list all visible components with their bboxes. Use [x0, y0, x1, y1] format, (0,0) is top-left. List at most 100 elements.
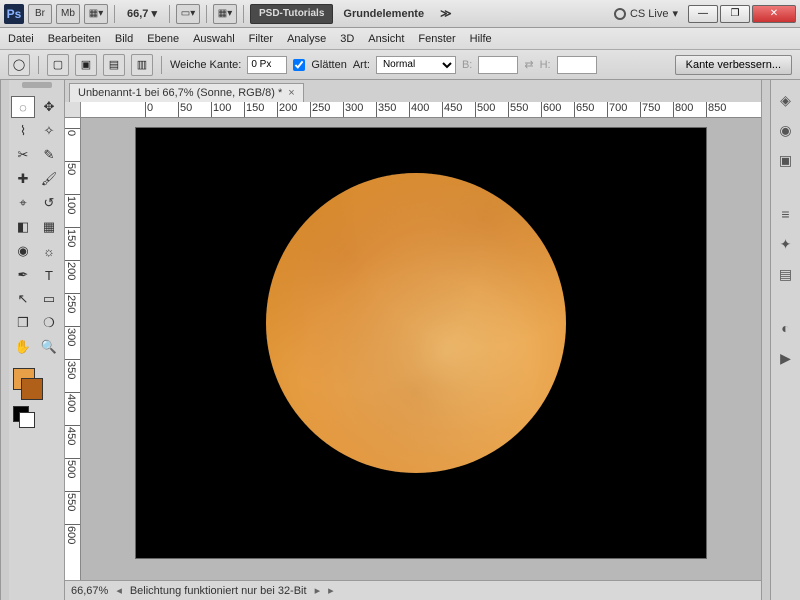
history-panel-icon[interactable]: ◐: [775, 318, 797, 338]
marquee-tool[interactable]: ◌: [11, 96, 35, 118]
subtract-selection-icon[interactable]: ▤: [103, 54, 125, 76]
channels-panel-icon[interactable]: ◉: [775, 120, 797, 140]
brush-tool[interactable]: 🖌: [37, 168, 61, 190]
swap-wh-icon: ⇄: [524, 58, 533, 71]
refine-edge-button[interactable]: Kante verbessern...: [675, 55, 792, 75]
default-bg-icon[interactable]: [19, 412, 35, 428]
menu-filter[interactable]: Filter: [249, 33, 273, 45]
right-dock-grip[interactable]: [761, 80, 770, 600]
document-tab-label: Unbenannt-1 bei 66,7% (Sonne, RGB/8) *: [78, 87, 282, 99]
add-selection-icon[interactable]: ▣: [75, 54, 97, 76]
menu-analyse[interactable]: Analyse: [287, 33, 326, 45]
document[interactable]: [136, 128, 706, 558]
dodge-tool[interactable]: ☼: [37, 240, 61, 262]
styles-panel-icon[interactable]: ✦: [775, 234, 797, 254]
status-bar: 66,67% ◂ Belichtung funktioniert nur bei…: [65, 580, 761, 600]
status-prev-icon[interactable]: ◂: [116, 584, 122, 597]
path-select-tool[interactable]: ↖: [11, 288, 35, 310]
menu-auswahl[interactable]: Auswahl: [193, 33, 235, 45]
zoom-label[interactable]: 66,7 ▾: [121, 7, 163, 20]
work-area: ◌ ✥ ⌇ ✧ ✂ ✎ ✚ 🖌 ⌖ ↺ ◧ ▦ ◉ ☼ ✒ T ↖ ▭ ❒ ❍ …: [0, 80, 800, 600]
style-label: Art:: [353, 59, 370, 71]
menu-bearbeiten[interactable]: Bearbeiten: [48, 33, 101, 45]
screenmode-button[interactable]: ▭▾: [176, 4, 200, 24]
actions-panel-icon[interactable]: ▶: [775, 348, 797, 368]
ruler-origin[interactable]: [65, 102, 81, 118]
menu-fenster[interactable]: Fenster: [418, 33, 455, 45]
workspace-psdtutorials[interactable]: PSD-Tutorials: [250, 4, 333, 24]
stamp-tool[interactable]: ⌖: [11, 192, 35, 214]
width-label: B:: [462, 59, 472, 71]
lasso-tool[interactable]: ⌇: [11, 120, 35, 142]
feather-label: Weiche Kante:: [170, 59, 241, 71]
workspace-more[interactable]: ≫: [434, 7, 458, 20]
maximize-button[interactable]: ❐: [720, 5, 750, 23]
right-panels: ◈ ◉ ▣ ≡ ✦ ▤ ◐ ▶: [770, 80, 800, 600]
tool-preset-icon[interactable]: ◯: [8, 54, 30, 76]
3d-camera-tool[interactable]: ❍: [37, 312, 61, 334]
height-input: [557, 56, 597, 74]
style-select[interactable]: Normal: [376, 56, 456, 74]
layers-panel-icon[interactable]: ◈: [775, 90, 797, 110]
arrange-docs-button[interactable]: ▦▾: [84, 4, 108, 24]
history-brush-tool[interactable]: ↺: [37, 192, 61, 214]
masks-panel-icon[interactable]: ▤: [775, 264, 797, 284]
shape-tool[interactable]: ▭: [37, 288, 61, 310]
eyedropper-tool[interactable]: ✎: [37, 144, 61, 166]
status-message: Belichtung funktioniert nur bei 32-Bit: [130, 585, 307, 597]
close-button[interactable]: ✕: [752, 5, 796, 23]
crop-tool[interactable]: ✂: [11, 144, 35, 166]
ruler-vertical[interactable]: 050100150200250300350400450500550600: [65, 118, 81, 580]
menu-bar: Datei Bearbeiten Bild Ebene Auswahl Filt…: [0, 28, 800, 50]
eraser-tool[interactable]: ◧: [11, 216, 35, 238]
cslive[interactable]: CS Live ▾: [614, 7, 678, 20]
status-zoom[interactable]: 66,67%: [71, 585, 108, 597]
document-tab-bar: Unbenannt-1 bei 66,7% (Sonne, RGB/8) * ×: [65, 80, 761, 102]
window-buttons: — ❐ ✕: [688, 5, 796, 23]
status-menu-icon[interactable]: ▸: [328, 584, 334, 597]
antialias-label: Glätten: [311, 59, 346, 71]
menu-datei[interactable]: Datei: [8, 33, 34, 45]
new-selection-icon[interactable]: ▢: [47, 54, 69, 76]
tools-panel: ◌ ✥ ⌇ ✧ ✂ ✎ ✚ 🖌 ⌖ ↺ ◧ ▦ ◉ ☼ ✒ T ↖ ▭ ❒ ❍ …: [9, 80, 65, 600]
menu-bild[interactable]: Bild: [115, 33, 133, 45]
workspace-grundelemente[interactable]: Grundelemente: [337, 8, 430, 20]
cslive-label: CS Live: [630, 8, 669, 20]
feather-input[interactable]: [247, 56, 287, 74]
pen-tool[interactable]: ✒: [11, 264, 35, 286]
close-tab-icon[interactable]: ×: [288, 87, 294, 99]
menu-ebene[interactable]: Ebene: [147, 33, 179, 45]
status-next-icon[interactable]: ▸: [315, 584, 321, 597]
canvas[interactable]: [81, 118, 761, 580]
menu-hilfe[interactable]: Hilfe: [470, 33, 492, 45]
move-tool[interactable]: ✥: [37, 96, 61, 118]
zoom-tool[interactable]: 🔍: [37, 336, 61, 358]
adjustments-panel-icon[interactable]: ≡: [775, 204, 797, 224]
extras-button[interactable]: ▦▾: [213, 4, 237, 24]
blur-tool[interactable]: ◉: [11, 240, 35, 262]
background-swatch[interactable]: [21, 378, 43, 400]
default-bw-swatches[interactable]: [11, 398, 62, 426]
gradient-tool[interactable]: ▦: [37, 216, 61, 238]
type-tool[interactable]: T: [37, 264, 61, 286]
title-bar: Ps Br Mb ▦▾ 66,7 ▾ ▭▾ ▦▾ PSD-Tutorials G…: [0, 0, 800, 28]
healing-tool[interactable]: ✚: [11, 168, 35, 190]
tools-grip[interactable]: [11, 82, 62, 92]
left-dock-grip[interactable]: [0, 80, 9, 600]
paths-panel-icon[interactable]: ▣: [775, 150, 797, 170]
ruler-horizontal[interactable]: 0501001502002503003504004505005506006507…: [81, 102, 761, 118]
color-swatches[interactable]: [11, 360, 62, 396]
sun-layer: [266, 173, 566, 473]
hand-tool[interactable]: ✋: [11, 336, 35, 358]
document-tab[interactable]: Unbenannt-1 bei 66,7% (Sonne, RGB/8) * ×: [69, 83, 304, 102]
minimize-button[interactable]: —: [688, 5, 718, 23]
menu-ansicht[interactable]: Ansicht: [368, 33, 404, 45]
bridge-button[interactable]: Br: [28, 4, 52, 24]
selection-marquee: [266, 173, 566, 473]
minibridge-button[interactable]: Mb: [56, 4, 80, 24]
menu-3d[interactable]: 3D: [340, 33, 354, 45]
quick-select-tool[interactable]: ✧: [37, 120, 61, 142]
3d-tool[interactable]: ❒: [11, 312, 35, 334]
antialias-checkbox[interactable]: [293, 59, 305, 71]
intersect-selection-icon[interactable]: ▥: [131, 54, 153, 76]
